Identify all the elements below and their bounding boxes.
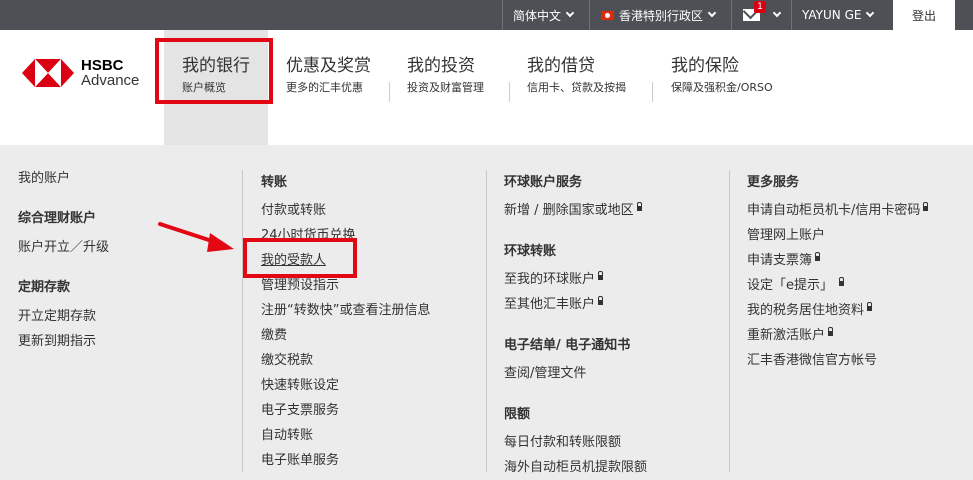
lock-icon [923,202,929,211]
divider [502,0,503,30]
nav-subtitle: 投资及财富管理 [407,81,484,94]
menu-item-label: 申请自动柜员机卡/信用卡密码 [747,203,921,218]
menu-item-label: 新增 / 删除国家或地区 [504,203,634,218]
menu-tax-residency[interactable]: 我的税务居住地资料 [747,299,873,318]
menu-fps-register[interactable]: 注册“转数快”或查看注册信息 [261,299,430,318]
column-divider [242,170,243,472]
menu-tax-payment[interactable]: 缴交税款 [261,349,313,368]
user-menu[interactable]: YAYUN GE [802,0,875,30]
menu-add-remove-country[interactable]: 新增 / 删除国家或地区 [504,199,642,218]
menu-open-time-deposit[interactable]: 开立定期存款 [18,305,96,324]
language-selector[interactable]: 简体中文 [513,0,575,30]
menu-heading-time-deposit: 定期存款 [18,280,71,295]
menu-heading-transfers: 转账 [261,175,288,190]
lock-icon [815,252,821,261]
menu-auto-transfer[interactable]: 自动转账 [261,424,313,443]
divider [791,0,792,30]
chevron-down-icon [565,8,575,18]
lock-icon [598,271,604,280]
user-name: YAYUN GE [802,8,862,22]
nav-divider [509,82,510,102]
chevron-down-icon [772,8,782,18]
nav-divider [652,82,653,102]
column-divider [486,170,487,472]
hsbc-hexagon-icon [22,59,74,87]
logout-button[interactable]: 登出 [893,0,955,30]
lock-icon [867,302,873,311]
menu-heading-more-services: 更多服务 [747,175,800,190]
divider [589,0,590,30]
lock-icon [828,327,834,336]
menu-manage-online-account[interactable]: 管理网上账户 [747,224,825,243]
region-selector[interactable]: 香港特别行政区 [601,0,717,30]
region-label: 香港特别行政区 [619,8,704,23]
column-divider [729,170,730,472]
nav-divider [389,82,390,102]
menu-heading-estatements: 电子结单/ 电子通知书 [504,338,631,353]
message-count-badge: 1 [754,1,766,13]
nav-title: 我的保险 [671,56,739,76]
menu-apply-pin[interactable]: 申请自动柜员机卡/信用卡密码 [747,199,929,218]
divider [731,0,732,30]
menu-overseas-atm-limits[interactable]: 海外自动柜员机提款限额 [504,456,647,475]
hk-flag-icon [601,10,614,20]
menu-quick-transfer[interactable]: 快速转账设定 [261,374,339,393]
menu-item-label: 重新激活账户 [747,328,826,343]
nav-subtitle: 信用卡、贷款及按揭 [527,81,626,94]
menu-item-label: 我的税务居住地资料 [747,303,865,318]
nav-subtitle: 更多的汇丰优惠 [286,81,363,94]
menu-daily-limits[interactable]: 每日付款和转账限额 [504,431,621,450]
menu-ealerts[interactable]: 设定「e提示」 [747,274,844,293]
menu-account-opening[interactable]: 账户开立／升级 [18,236,109,255]
nav-title: 我的投资 [407,56,475,76]
menu-to-my-global-account[interactable]: 至我的环球账户 [504,268,604,287]
menu-heading-global-transfer: 环球转账 [504,244,557,259]
annotation-arrow-icon [158,222,234,252]
nav-borrowing[interactable]: 我的借贷 信用卡、贷款及按揭 [520,30,650,145]
lock-icon [598,296,604,305]
menu-ebill[interactable]: 电子账单服务 [261,449,339,468]
menu-item-label: 设定「e提示」 [747,278,833,293]
chevron-down-icon [866,8,875,18]
brand-name: HSBC [81,57,124,74]
highlight-box-payees [243,238,357,278]
nav-insurance[interactable]: 我的保险 保障及强积金/ORSO [664,30,794,145]
messages-button[interactable]: 1 [743,0,782,30]
hsbc-logo[interactable]: HSBC Advance [22,58,139,88]
menu-bill-payment[interactable]: 缴费 [261,324,287,343]
nav-title: 我的借贷 [527,56,595,76]
menu-echeque[interactable]: 电子支票服务 [261,399,339,418]
menu-update-maturity[interactable]: 更新到期指示 [18,330,96,349]
top-utility-bar: 简体中文 香港特别行政区 1 YAYUN GE 登出 [0,0,973,30]
menu-chequebook[interactable]: 申请支票簿 [747,249,821,268]
highlight-box-nav [155,38,273,104]
nav-investments[interactable]: 我的投资 投资及财富管理 [400,30,508,145]
brand-tier: Advance [81,72,140,89]
menu-heading-global-accounts: 环球账户服务 [504,175,583,190]
chevron-down-icon [707,8,717,18]
nav-offers[interactable]: 优惠及奖赏 更多的汇丰优惠 [280,30,390,145]
menu-heading-limits: 限额 [504,407,531,422]
menu-my-accounts[interactable]: 我的账户 [18,167,70,186]
lock-icon [636,202,642,211]
menu-pay-or-transfer[interactable]: 付款或转账 [261,199,326,218]
nav-title: 优惠及奖赏 [286,56,371,76]
mail-icon: 1 [743,1,766,21]
menu-wechat-official[interactable]: 汇丰香港微信官方帐号 [747,349,877,368]
menu-item-label: 至其他汇丰账户 [504,297,596,312]
language-label: 简体中文 [513,8,562,23]
menu-item-label: 至我的环球账户 [504,272,596,287]
lock-icon [839,277,844,286]
menu-item-label: 申请支票簿 [747,253,813,268]
menu-to-other-hsbc-account[interactable]: 至其他汇丰账户 [504,293,604,312]
menu-reactivate-account[interactable]: 重新激活账户 [747,324,834,343]
menu-heading-integrated-account: 综合理财账户 [18,211,97,226]
menu-view-manage-documents[interactable]: 查阅/管理文件 [504,362,586,381]
nav-subtitle: 保障及强积金/ORSO [671,81,773,94]
